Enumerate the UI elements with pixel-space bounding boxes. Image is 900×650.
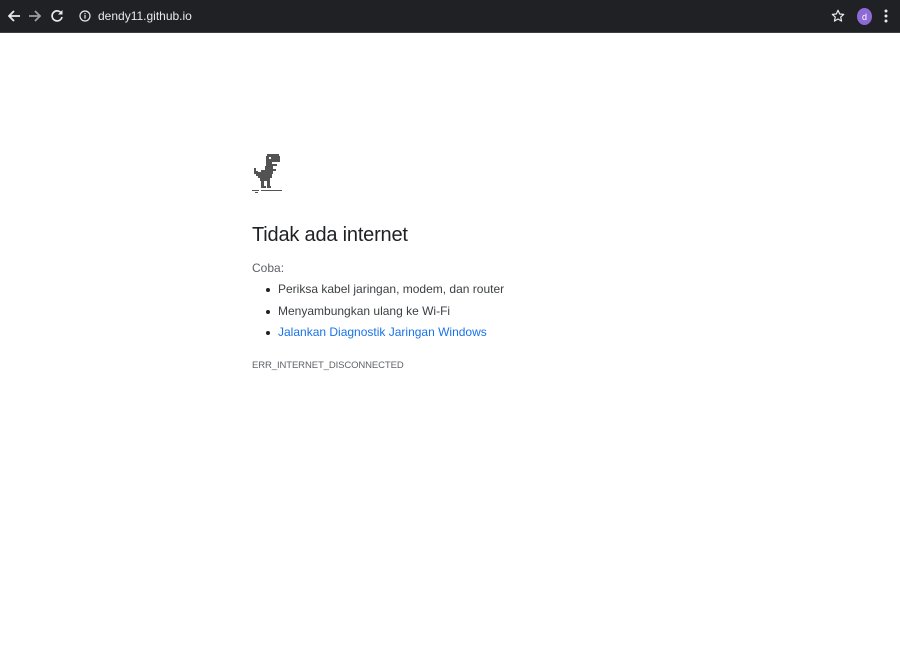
- arrow-right-icon: [28, 9, 42, 23]
- address-bar[interactable]: dendy11.github.io: [74, 4, 826, 28]
- info-icon[interactable]: [78, 9, 92, 23]
- suggestion-reconnect-wifi: Menyambungkan ulang ke Wi-Fi: [266, 301, 712, 323]
- error-code: ERR_INTERNET_DISCONNECTED: [252, 359, 404, 371]
- error-page: Tidak ada internet Coba: Periksa kabel j…: [252, 152, 712, 371]
- try-label: Coba:: [252, 261, 285, 275]
- reload-button[interactable]: [48, 7, 66, 25]
- profile-avatar[interactable]: d: [857, 8, 872, 25]
- url-text[interactable]: dendy11.github.io: [98, 9, 192, 23]
- browser-toolbar: dendy11.github.io d: [0, 0, 900, 33]
- suggestion-check-cables: Periksa kabel jaringan, modem, dan route…: [266, 279, 712, 301]
- arrow-left-icon: [7, 9, 21, 23]
- page-title: Tidak ada internet: [252, 224, 408, 246]
- suggestion-diagnostics: Jalankan Diagnostik Jaringan Windows: [266, 322, 712, 344]
- reload-icon: [50, 9, 64, 23]
- back-button[interactable]: [5, 7, 23, 25]
- forward-button[interactable]: [26, 7, 44, 25]
- offline-dino-icon[interactable]: [252, 152, 712, 194]
- suggestions-list: Periksa kabel jaringan, modem, dan route…: [252, 279, 712, 344]
- kebab-menu-icon: [884, 9, 888, 23]
- star-icon: [831, 9, 845, 23]
- run-diagnostics-link[interactable]: Jalankan Diagnostik Jaringan Windows: [278, 325, 487, 339]
- menu-button[interactable]: [877, 7, 895, 25]
- bookmark-button[interactable]: [829, 7, 847, 25]
